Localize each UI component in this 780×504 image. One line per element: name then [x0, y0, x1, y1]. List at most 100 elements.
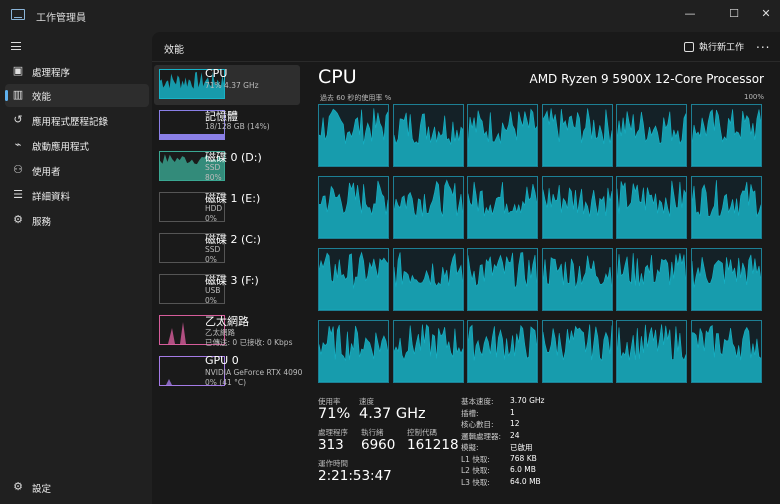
- startup-icon: ⌁: [14, 138, 22, 151]
- graph-max-label: 100%: [743, 93, 764, 101]
- more-options-button[interactable]: ...: [756, 37, 770, 51]
- core-graph-22: [616, 320, 687, 383]
- device-name: CPU: [205, 67, 228, 80]
- spec-label: 基本速度:: [461, 397, 494, 406]
- sidebar-item-performance[interactable]: ▥ 效能: [5, 84, 149, 107]
- device-item[interactable]: CPU 71% 4.37 GHz: [154, 65, 300, 105]
- minimize-button[interactable]: —: [672, 0, 708, 32]
- core-graph-20: [467, 320, 538, 383]
- core-graph-5: [690, 104, 762, 167]
- spec-value: 3.70 GHz: [510, 396, 545, 405]
- device-detail: 已傳送: 0 已接收: 0 Kbps: [205, 338, 293, 347]
- sidebar-item-services[interactable]: ⚙ 服務: [5, 209, 149, 232]
- spec-label: L3 快取:: [461, 477, 490, 487]
- speed-value: 4.37 GHz: [359, 406, 426, 422]
- usage-value: 71%: [318, 406, 351, 422]
- core-graph-2: [467, 104, 538, 167]
- minimize-icon: —: [684, 7, 696, 20]
- task-manager-icon: [11, 9, 25, 20]
- maximize-button[interactable]: ☐: [716, 0, 752, 32]
- core-graph-1: [392, 104, 464, 167]
- device-detail: NVIDIA GeForce RTX 4090: [205, 368, 303, 377]
- menu-icon[interactable]: [11, 42, 21, 50]
- sidebar-item-app-history[interactable]: ↺ 應用程式歷程記錄: [5, 109, 149, 132]
- uptime-value: 2:21:53:47: [318, 468, 392, 484]
- spec-label: 核心數目:: [461, 420, 494, 429]
- core-graph-13: [392, 248, 464, 311]
- graph-time-label: 過去 60 秒的使用率 %: [320, 94, 392, 102]
- settings-icon: ⚙: [13, 480, 23, 493]
- page-title: 效能: [164, 45, 184, 56]
- core-graph-21: [541, 320, 613, 383]
- device-item[interactable]: GPU 0 NVIDIA GeForce RTX 4090 0% (41 °C): [154, 352, 303, 392]
- core-graph-0: [318, 104, 389, 167]
- device-item[interactable]: 磁碟 1 (E:) HDD 0%: [154, 188, 300, 228]
- sidebar-item-label: 使用者: [32, 167, 61, 178]
- core-graph-18: [318, 320, 389, 383]
- core-graph-19: [392, 320, 464, 383]
- sidebar-item-label: 設定: [32, 484, 52, 495]
- core-graph-6: [318, 176, 389, 239]
- core-graph-14: [467, 248, 538, 311]
- history-icon: ↺: [13, 113, 23, 126]
- device-detail: 0%: [205, 255, 217, 264]
- core-graph-7: [392, 176, 464, 239]
- close-button[interactable]: ✕: [748, 0, 780, 32]
- spec-label: 插槽:: [461, 408, 479, 418]
- sidebar-item-label: 啟動應用程式: [32, 142, 90, 153]
- sidebar-item-settings[interactable]: ⚙ 設定: [5, 476, 149, 499]
- cpu-stats: 使用率 71% 速度 4.37 GHz 處理程序 313 執行緒 6960 控制…: [318, 396, 768, 496]
- run-task-label: 執行新工作: [699, 43, 745, 53]
- core-graph-11: [690, 176, 762, 239]
- run-new-task-button[interactable]: 執行新工作: [684, 40, 744, 54]
- sidebar-item-label: 應用程式歷程記錄: [32, 117, 109, 128]
- window-title: 工作管理員: [36, 13, 86, 24]
- device-detail: 0%: [205, 214, 217, 223]
- spec-label: 邏輯處理器:: [461, 431, 502, 441]
- device-detail: 80%: [205, 173, 222, 182]
- spec-value: 64.0 MB: [510, 476, 541, 486]
- sidebar: ▣ 處理程序 ▥ 效能 ↺ 應用程式歷程記錄 ⌁ 啟動應用程式 ⚇ 使用者 ☰ …: [0, 32, 152, 504]
- spec-label: 模擬:: [461, 443, 479, 452]
- sidebar-item-startup-apps[interactable]: ⌁ 啟動應用程式: [5, 134, 149, 157]
- maximize-icon: ☐: [729, 7, 739, 20]
- performance-icon: ▥: [12, 88, 24, 101]
- core-graph-16: [616, 248, 687, 311]
- device-detail: 18/128 GB (14%): [205, 122, 270, 131]
- core-graph-4: [616, 104, 687, 167]
- handles-value: 161218: [407, 437, 459, 453]
- processes-value: 313: [318, 437, 344, 453]
- header-divider: [152, 61, 780, 62]
- device-item[interactable]: 磁碟 0 (D:) SSD 80%: [154, 147, 300, 187]
- sidebar-item-details[interactable]: ☰ 詳細資料: [5, 184, 149, 207]
- device-detail: SSD: [205, 245, 221, 254]
- sidebar-item-label: 詳細資料: [32, 192, 71, 203]
- device-name: GPU 0: [205, 354, 239, 367]
- device-detail: 71% 4.37 GHz: [205, 81, 259, 90]
- device-item[interactable]: 記憶體 18/128 GB (14%): [154, 106, 300, 146]
- spec-value: 768 KB: [510, 453, 537, 463]
- device-detail: HDD: [205, 204, 223, 213]
- core-graph-12: [318, 248, 389, 311]
- core-graph-9: [541, 176, 613, 239]
- sidebar-item-label: 效能: [32, 92, 52, 103]
- run-task-icon: [684, 42, 694, 52]
- active-indicator: [5, 90, 8, 101]
- core-graph-3: [541, 104, 613, 167]
- core-graph-8: [467, 176, 538, 239]
- sidebar-item-label: 服務: [32, 217, 52, 228]
- spec-value: 24: [510, 430, 520, 440]
- device-item[interactable]: 磁碟 2 (C:) SSD 0%: [154, 229, 300, 269]
- device-detail: SSD: [205, 163, 221, 172]
- device-detail: 0% (41 °C): [205, 378, 247, 387]
- spec-value: 已啟用: [510, 443, 533, 452]
- sidebar-item-users[interactable]: ⚇ 使用者: [5, 159, 149, 182]
- users-icon: ⚇: [13, 163, 23, 176]
- main-panel: 效能 執行新工作 ... CPU 71% 4.37 GHz 記憶體 18/128 GB…: [152, 32, 780, 504]
- device-item[interactable]: 乙太網路 乙太網路 已傳送: 0 已接收: 0 Kbps: [154, 311, 300, 351]
- spec-label: L2 快取:: [461, 466, 490, 475]
- spec-label: L1 快取:: [461, 454, 490, 464]
- spec-value: 1: [510, 407, 515, 417]
- device-item[interactable]: 磁碟 3 (F:) USB 0%: [154, 270, 300, 310]
- sidebar-item-processes[interactable]: ▣ 處理程序: [5, 60, 149, 83]
